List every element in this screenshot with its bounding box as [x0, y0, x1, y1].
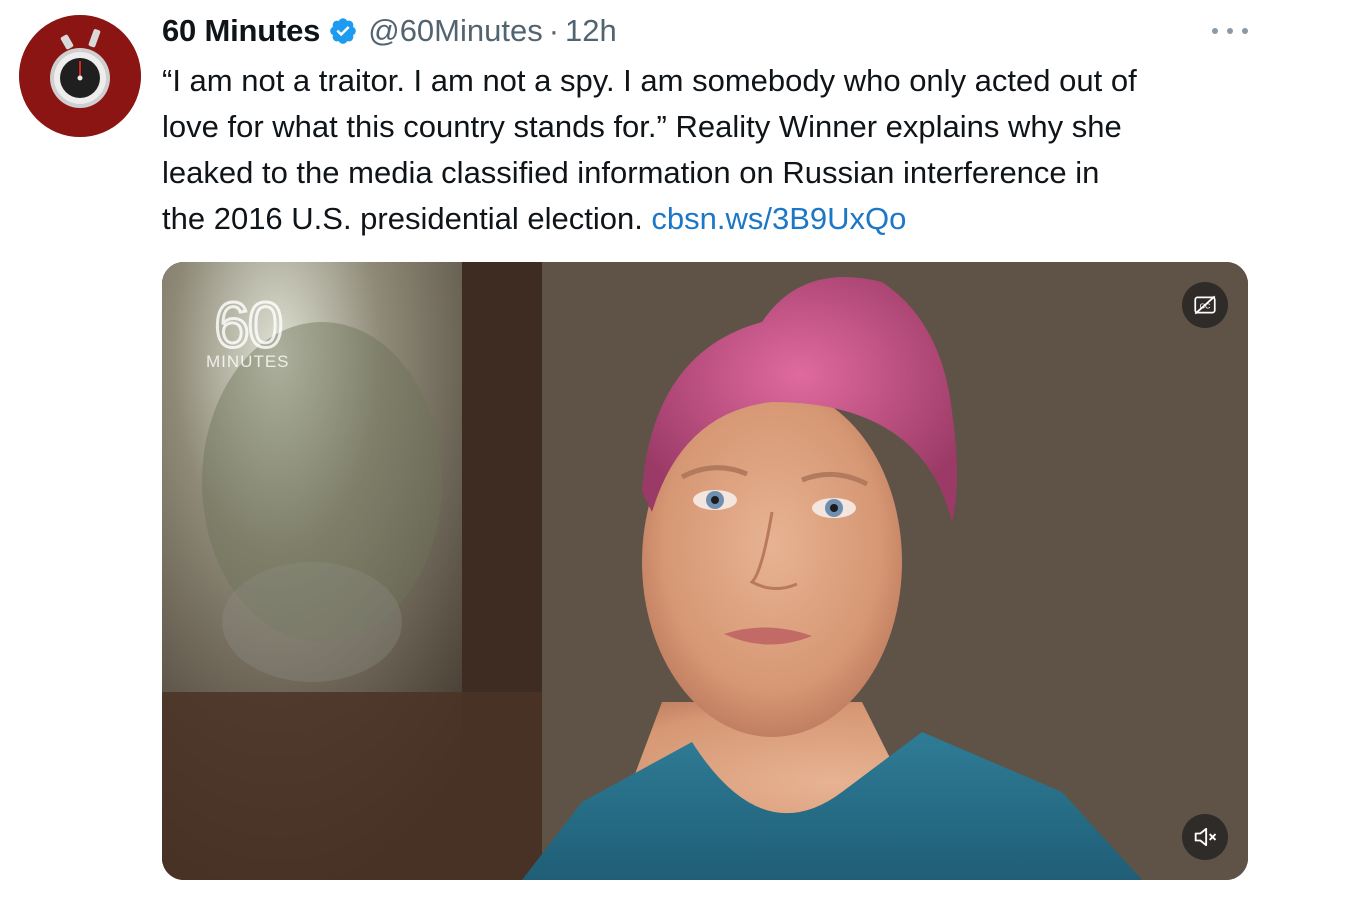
separator: · [548, 13, 560, 48]
tweet-text-line: “I am not a traitor. I am not a spy. I a… [162, 63, 1137, 98]
display-name[interactable]: 60 Minutes [162, 13, 320, 49]
handle[interactable]: @60Minutes [368, 13, 543, 49]
closed-captions-off-icon: CC [1194, 295, 1216, 315]
tweet-text-last-line: the 2016 U.S. presidential election. cbs… [162, 196, 1272, 242]
video-player[interactable]: 60 MINUTES CC [162, 262, 1248, 880]
profile-avatar[interactable] [19, 15, 141, 137]
logo-word: MINUTES [206, 352, 290, 371]
tweet-link[interactable]: cbsn.ws/3B9UxQo [651, 201, 906, 236]
verified-badge-icon [328, 16, 358, 46]
logo-number: 60 [213, 289, 285, 361]
video-frame [162, 262, 1248, 880]
tweet-text-line: love for what this country stands for.” … [162, 109, 1122, 144]
timestamp[interactable]: 12h [565, 13, 617, 49]
more-options-icon[interactable] [1212, 20, 1248, 42]
tweet-text-line: leaked to the media classified informati… [162, 155, 1100, 190]
stopwatch-icon [19, 15, 141, 137]
tweet-header: 60 Minutes @60Minutes · 12h [162, 11, 617, 51]
tweet[interactable]: 60 Minutes @60Minutes · 12h “I am not a … [0, 0, 1366, 899]
mute-toggle-button[interactable] [1182, 814, 1228, 860]
tweet-text-line: the 2016 U.S. presidential election. [162, 201, 652, 236]
closed-captions-button[interactable]: CC [1182, 282, 1228, 328]
sixty-minutes-logo: 60 MINUTES [206, 289, 290, 372]
tweet-text: “I am not a traitor. I am not a spy. I a… [162, 58, 1272, 242]
muted-speaker-icon [1194, 827, 1217, 847]
